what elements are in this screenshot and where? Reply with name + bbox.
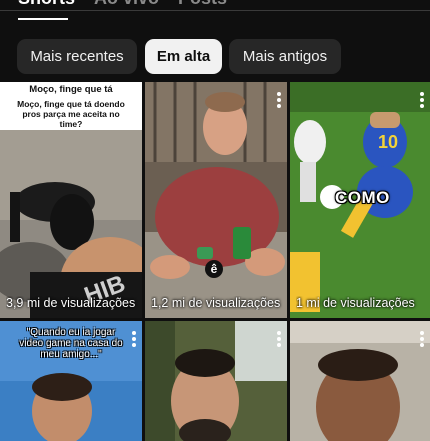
tab-live[interactable]: Ao vivo xyxy=(94,0,159,9)
overlay-text: "Quando eu ia jogar video game na casa d… xyxy=(19,327,123,360)
channel-tabs: Shorts Ao vivo Posts xyxy=(0,0,430,22)
more-vert-icon[interactable] xyxy=(132,331,136,347)
short-thumbnail[interactable]: ê 1,2 mi de visualizações xyxy=(145,82,287,318)
view-count: 3,9 mi de visualizações xyxy=(6,296,136,310)
more-vert-icon[interactable] xyxy=(420,92,424,108)
chip-em-alta[interactable]: Em alta xyxy=(145,39,222,74)
more-vert-icon[interactable] xyxy=(277,331,281,347)
caption-box: Moço, finge que tá Moço, finge que tá do… xyxy=(0,82,142,130)
active-tab-indicator xyxy=(18,18,68,20)
tab-shorts[interactable]: Shorts xyxy=(18,0,75,9)
short-thumbnail[interactable] xyxy=(145,321,287,441)
overlay-text: COMO xyxy=(335,188,390,207)
thumbnail-image xyxy=(145,321,287,441)
more-vert-icon[interactable] xyxy=(277,92,281,108)
thumbnail-image xyxy=(290,321,430,441)
caption-text: Moço, finge que tá doendo pros parça me … xyxy=(17,99,125,129)
chip-mais-recentes[interactable]: Mais recentes xyxy=(17,39,137,74)
thumbnail-image xyxy=(145,82,287,318)
tab-posts[interactable]: Posts xyxy=(178,0,227,9)
tabs-divider xyxy=(0,10,430,11)
short-thumbnail[interactable] xyxy=(290,321,430,441)
more-vert-icon[interactable] xyxy=(420,331,424,347)
short-thumbnail[interactable]: HIB Moço, finge que tá Moço, finge que t… xyxy=(0,82,142,318)
overlay-badge: ê xyxy=(205,260,223,278)
view-count: 1,2 mi de visualizações xyxy=(151,296,281,310)
chip-mais-antigos[interactable]: Mais antigos xyxy=(229,39,341,74)
svg-text:10: 10 xyxy=(378,132,398,152)
short-thumbnail[interactable]: "Quando eu ia jogar video game na casa d… xyxy=(0,321,142,441)
short-thumbnail[interactable]: 10 COMO 1 mi de visualizações xyxy=(290,82,430,318)
caption-title: Moço, finge que tá xyxy=(29,84,113,95)
view-count: 1 mi de visualizações xyxy=(296,296,415,310)
